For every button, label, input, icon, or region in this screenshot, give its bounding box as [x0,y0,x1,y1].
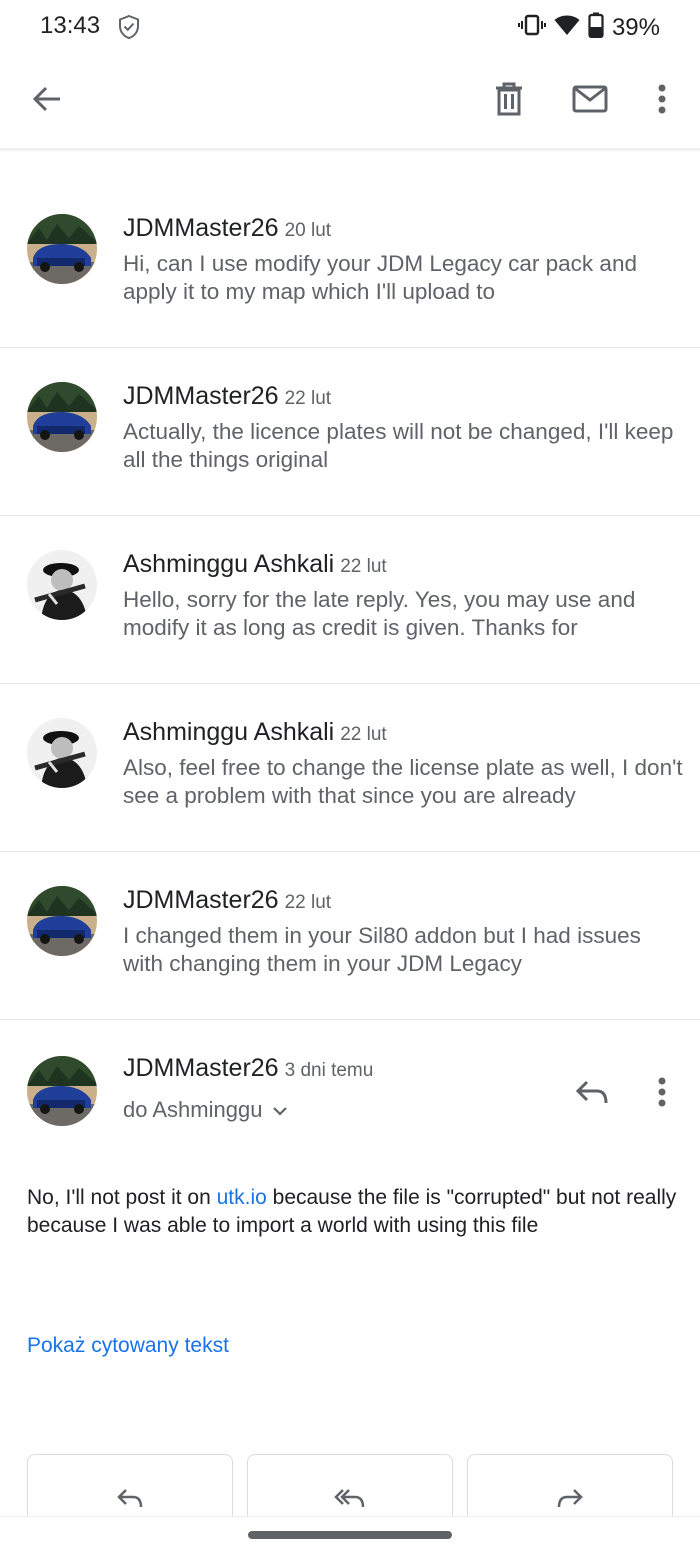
message-item[interactable]: Ashminggu Ashkali 22 lut Also, feel free … [0,684,700,852]
message-body: No, I'll not post it on utk.io because t… [27,1184,677,1239]
message-date: 22 lut [340,556,387,577]
recipient-label: do Ashminggu [123,1097,263,1122]
sender-line: JDMMaster26 22 lut [123,382,331,411]
sender-line: Ashminggu Ashkali 22 lut [123,550,387,579]
message-date: 22 lut [340,724,387,745]
mail-icon [572,85,608,118]
message-item[interactable]: JDMMaster26 20 lut Hi, can I use modify y… [0,180,700,348]
avatar [27,214,97,284]
system-nav-bar [0,1516,700,1556]
more-vert-icon [658,1077,666,1112]
message-date: 3 dni temu [284,1060,374,1081]
message-snippet: Hello, sorry for the late reply. Yes, yo… [123,587,636,640]
sender-line: JDMMaster26 3 dni temu [123,1054,373,1083]
chevron-down-icon [272,1097,288,1123]
avatar [27,550,97,620]
message-more-button[interactable] [638,1070,686,1118]
message-date: 20 lut [284,220,332,241]
sender-name: Ashminggu Ashkali [123,550,335,578]
status-icons: 39% [517,12,660,43]
vibrate-icon [517,13,546,42]
reply-icon [575,1079,609,1110]
sender-name: JDMMaster26 [123,214,279,242]
body-text: No, I'll not post it on [27,1186,217,1209]
avatar [27,382,97,452]
recipient-details-toggle[interactable]: do Ashminggu [123,1097,288,1123]
message-snippet: Also, feel free to change the license pl… [123,755,683,808]
message-item[interactable]: JDMMaster26 22 lut I changed them in your… [0,852,700,1020]
avatar [27,718,97,788]
status-time: 13:43 [40,12,101,39]
battery-percent: 39% [611,13,660,41]
message-item[interactable]: Ashminggu Ashkali 22 lut Hello, sorry for… [0,516,700,684]
more-options-button[interactable] [637,76,687,126]
avatar [27,886,97,956]
message-list: JDMMaster26 20 lut Hi, can I use modify y… [0,180,700,1020]
sender-line: JDMMaster26 20 lut [123,214,331,243]
wifi-icon [554,14,580,41]
app-bar [0,56,700,150]
message-date: 22 lut [284,892,332,913]
message-date: 22 lut [284,388,332,409]
trash-icon [494,82,524,121]
reply-icon [116,1487,144,1514]
message-snippet: I changed them in your Sil80 addon but I… [123,923,641,976]
avatar [27,1056,97,1126]
forward-icon [556,1487,584,1514]
back-arrow-icon [31,83,63,120]
more-vert-icon [658,84,666,119]
status-bar: 13:43 39% [0,0,700,56]
reply-button[interactable] [568,1070,616,1118]
sender-name: JDMMaster26 [123,382,279,410]
sender-name: Ashminggu Ashkali [123,718,335,746]
battery-icon [588,12,604,43]
sender-name: JDMMaster26 [123,1054,279,1082]
shield-icon [118,14,140,45]
sender-line: JDMMaster26 22 lut [123,886,331,915]
body-link[interactable]: utk.io [217,1186,267,1209]
sender-line: Ashminggu Ashkali 22 lut [123,718,387,747]
sender-name: JDMMaster26 [123,886,279,914]
mark-unread-button[interactable] [565,76,615,126]
message-item[interactable]: JDMMaster26 22 lut Actually, the licence … [0,348,700,516]
message-snippet: Hi, can I use modify your JDM Legacy car… [123,251,637,304]
delete-button[interactable] [484,76,534,126]
back-button[interactable] [22,76,72,126]
reply-all-icon [334,1487,366,1514]
show-quoted-text-link[interactable]: Pokaż cytowany tekst [27,1334,229,1358]
home-gesture-handle[interactable] [248,1531,452,1539]
message-snippet: Actually, the licence plates will not be… [123,419,674,472]
